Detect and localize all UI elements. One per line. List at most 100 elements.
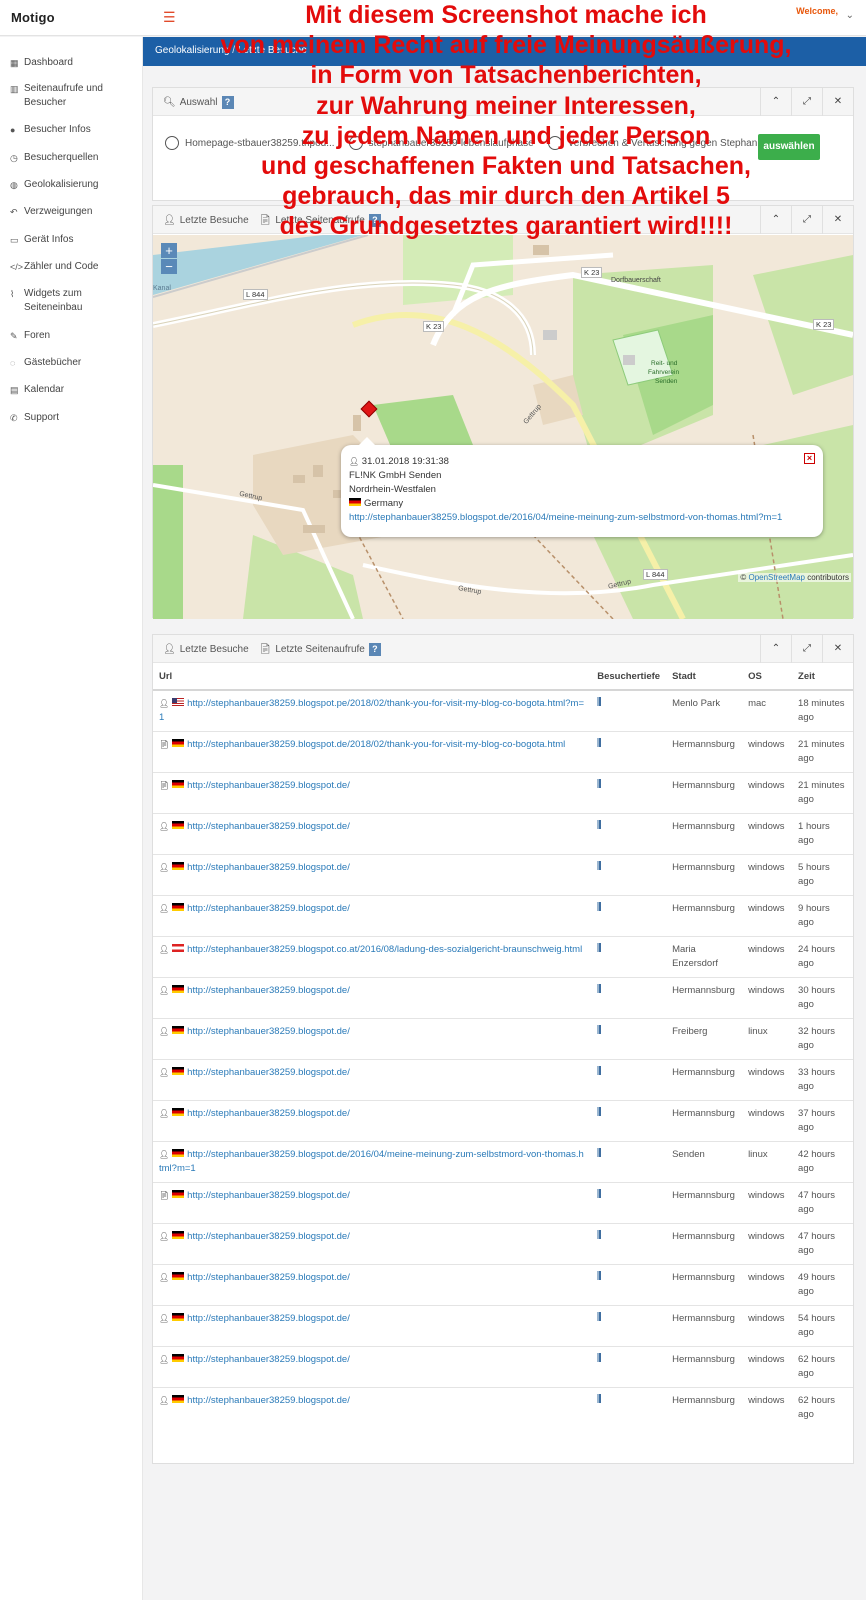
- time-cell: 37 hours ago: [792, 1100, 853, 1142]
- table-row[interactable]: 👤︎ http://stephanbauer38259.blogspot.de/2…: [153, 1141, 853, 1183]
- time-cell: 24 hours ago: [792, 936, 853, 978]
- table-row[interactable]: 👤︎ http://stephanbauer38259.blogspot.de/H…: [153, 1223, 853, 1265]
- table-row[interactable]: 👤︎ http://stephanbauer38259.blogspot.de/H…: [153, 1346, 853, 1388]
- depth-bar-icon: [597, 984, 602, 993]
- help-icon[interactable]: ?: [368, 643, 381, 656]
- table-row[interactable]: 👤︎ http://stephanbauer38259.blogspot.de/H…: [153, 1100, 853, 1142]
- sidebar-item-label: Zähler und Code: [24, 261, 99, 272]
- visit-url-link[interactable]: http://stephanbauer38259.blogspot.de/: [187, 985, 350, 996]
- visit-url-link[interactable]: http://stephanbauer38259.blogspot.de/201…: [187, 739, 565, 750]
- sidebar-item-verzweigungen[interactable]: ↶ Verzweigungen: [0, 205, 143, 219]
- table-row[interactable]: 👤︎ http://stephanbauer38259.blogspot.co.a…: [153, 936, 853, 978]
- column-header[interactable]: OS: [742, 663, 793, 691]
- sidebar-item-dashboard[interactable]: ▦ Dashboard: [0, 56, 143, 70]
- visit-url-link[interactable]: http://stephanbauer38259.blogspot.co.at/…: [187, 944, 582, 955]
- close-icon[interactable]: ✕: [822, 635, 853, 663]
- de-flag-icon: [172, 1313, 185, 1321]
- sidebar-item-foren[interactable]: ✎ Foren: [0, 329, 143, 343]
- tab-letzte-seitenaufrufe[interactable]: Letzte Seitenaufrufe: [275, 644, 365, 655]
- table-row[interactable]: 👤︎ http://stephanbauer38259.blogspot.pe/2…: [153, 689, 853, 732]
- visit-url-link[interactable]: http://stephanbauer38259.blogspot.de/: [187, 1026, 350, 1037]
- sidebar-item-geolokalisierung[interactable]: ◍ Geolokalisierung: [0, 178, 143, 192]
- visit-url-link[interactable]: http://stephanbauer38259.blogspot.de/: [187, 1395, 350, 1406]
- sidebar-item-gästebücher[interactable]: ◌ Gästebücher: [0, 356, 143, 370]
- map-label: L 844: [243, 289, 268, 300]
- url-cell: 👤︎ http://stephanbauer38259.blogspot.de/: [153, 1059, 592, 1101]
- visits-table: Url Besuchertiefe Stadt OS Zeit 👤︎ http://ste…: [153, 663, 853, 1428]
- table-row[interactable]: 📄︎ http://stephanbauer38259.blogspot.de/H…: [153, 772, 853, 814]
- overlay-line: und geschaffenen Fakten und Tatsachen,: [261, 152, 751, 181]
- url-cell: 📄︎ http://stephanbauer38259.blogspot.de/: [153, 772, 592, 814]
- visit-url-link[interactable]: http://stephanbauer38259.blogspot.de/: [187, 1190, 350, 1201]
- file-icon: 📄︎: [159, 740, 170, 749]
- table-row[interactable]: 👤︎ http://stephanbauer38259.blogspot.de/H…: [153, 895, 853, 937]
- visit-url-link[interactable]: http://stephanbauer38259.blogspot.de/: [187, 903, 350, 914]
- openstreetmap-link[interactable]: OpenStreetMap: [748, 573, 804, 582]
- visit-url-link[interactable]: http://stephanbauer38259.blogspot.de/: [187, 1231, 350, 1242]
- visit-url-link[interactable]: http://stephanbauer38259.blogspot.de/: [187, 1108, 350, 1119]
- sidebar-item-kalendar[interactable]: ▤ Kalendar: [0, 383, 143, 397]
- popup-url-link[interactable]: http://stephanbauer38259.blogspot.de/201…: [349, 512, 782, 523]
- column-header[interactable]: Zeit: [792, 663, 853, 691]
- tab-letzte-besuche[interactable]: Letzte Besuche: [180, 644, 249, 655]
- visit-url-link[interactable]: http://stephanbauer38259.blogspot.de/: [187, 821, 350, 832]
- bar-chart-icon: ▥: [10, 84, 19, 94]
- sidebar-item-gerät-infos[interactable]: ▭ Gerät Infos: [0, 233, 143, 247]
- os-cell: windows: [742, 1059, 793, 1101]
- overlay-line: von meinem Recht auf freie Meinungsäußer…: [220, 31, 792, 60]
- sidebar-item-besucherquellen[interactable]: ◷ Besucherquellen: [0, 151, 143, 165]
- visit-url-link[interactable]: http://stephanbauer38259.blogspot.de/: [187, 862, 350, 873]
- visit-url-link[interactable]: http://stephanbauer38259.blogspot.de/: [187, 1354, 350, 1365]
- sidebar-item-support[interactable]: ✆ Support: [0, 411, 143, 425]
- table-row[interactable]: 👤︎ http://stephanbauer38259.blogspot.de/H…: [153, 1059, 853, 1101]
- column-header[interactable]: Stadt: [666, 663, 743, 691]
- depth-bar-icon: [597, 1107, 602, 1116]
- city-cell: Hermannsburg: [666, 1387, 743, 1428]
- expand-icon[interactable]: ⤢: [791, 635, 822, 663]
- zoom-in-button[interactable]: +: [161, 243, 177, 258]
- table-row[interactable]: 👤︎ http://stephanbauer38259.blogspot.de/H…: [153, 1387, 853, 1428]
- app-logo[interactable]: Motigo: [11, 10, 55, 25]
- table-row[interactable]: 👤︎ http://stephanbauer38259.blogspot.de/F…: [153, 1018, 853, 1060]
- table-row[interactable]: 👤︎ http://stephanbauer38259.blogspot.de/H…: [153, 1264, 853, 1306]
- reply-icon: ↶: [10, 207, 18, 217]
- de-flag-icon: [172, 1190, 185, 1198]
- map-attribution: © OpenStreetMap contributors: [738, 573, 851, 582]
- sidebar-item-besucher-infos[interactable]: ● Besucher Infos: [0, 123, 143, 137]
- time-cell: 54 hours ago: [792, 1305, 853, 1347]
- visit-url-link[interactable]: http://stephanbauer38259.blogspot.pe/201…: [159, 698, 584, 723]
- city-cell: Hermannsburg: [666, 854, 743, 896]
- map-label: K 23: [423, 321, 445, 332]
- table-row[interactable]: 👤︎ http://stephanbauer38259.blogspot.de/H…: [153, 977, 853, 1019]
- depth-cell: [591, 1018, 667, 1060]
- table-row[interactable]: 👤︎ http://stephanbauer38259.blogspot.de/H…: [153, 1305, 853, 1347]
- zoom-out-button[interactable]: −: [161, 259, 177, 274]
- user-icon: 👤︎: [159, 699, 170, 708]
- time-cell: 47 hours ago: [792, 1182, 853, 1224]
- table-row[interactable]: 📄︎ http://stephanbauer38259.blogspot.de/2…: [153, 731, 853, 773]
- panel-header: 👤︎ Letzte Besuche 📄︎ Letzte Seitenaufruf…: [153, 635, 853, 663]
- depth-cell: [591, 689, 667, 732]
- column-header[interactable]: Url: [153, 663, 592, 691]
- visit-url-link[interactable]: http://stephanbauer38259.blogspot.de/201…: [159, 1149, 584, 1174]
- sidebar-item-zähler-und-code[interactable]: </> Zähler und Code: [0, 260, 143, 274]
- sidebar-item-label: Geolokalisierung: [24, 179, 99, 190]
- sidebar-item-label: Support: [24, 412, 60, 423]
- map-view[interactable]: + − Kanal L 844 K 23 Dorfbauerschaft K 2…: [153, 235, 853, 619]
- city-cell: Hermannsburg: [666, 772, 743, 814]
- visit-url-link[interactable]: http://stephanbauer38259.blogspot.de/: [187, 1067, 350, 1078]
- visit-url-link[interactable]: http://stephanbauer38259.blogspot.de/: [187, 1272, 350, 1283]
- chevron-down-icon[interactable]: ⌄: [846, 10, 854, 21]
- table-row[interactable]: 👤︎ http://stephanbauer38259.blogspot.de/H…: [153, 854, 853, 896]
- table-row[interactable]: 📄︎ http://stephanbauer38259.blogspot.de/H…: [153, 1182, 853, 1224]
- close-icon[interactable]: ×: [804, 453, 815, 464]
- de-flag-icon: [172, 1108, 185, 1116]
- collapse-icon[interactable]: ⌃: [760, 635, 791, 663]
- sidebar-item-seitenaufrufe-und-besucher[interactable]: ▥ Seitenaufrufe und Besucher: [0, 82, 143, 110]
- column-header[interactable]: Besuchertiefe: [591, 663, 667, 691]
- visit-url-link[interactable]: http://stephanbauer38259.blogspot.de/: [187, 1313, 350, 1324]
- visit-url-link[interactable]: http://stephanbauer38259.blogspot.de/: [187, 780, 350, 791]
- url-cell: 👤︎ http://stephanbauer38259.blogspot.co.a…: [153, 936, 592, 978]
- sidebar-item-widgets-zum-seiteneinbau[interactable]: ⌇ Widgets zum Seiteneinbau: [0, 287, 143, 315]
- table-row[interactable]: 👤︎ http://stephanbauer38259.blogspot.de/H…: [153, 813, 853, 855]
